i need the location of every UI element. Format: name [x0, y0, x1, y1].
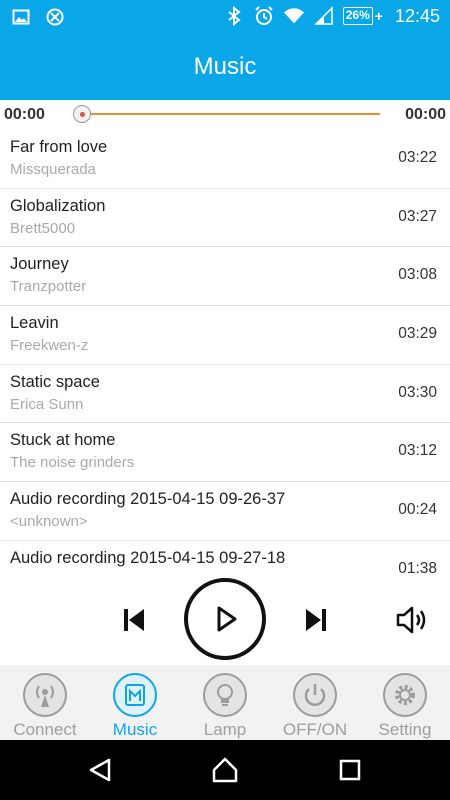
- back-icon: [89, 758, 111, 782]
- back-button[interactable]: [82, 752, 118, 788]
- next-button[interactable]: [294, 600, 338, 640]
- track-duration: 01:38: [398, 559, 437, 575]
- tab-label: Connect: [13, 720, 77, 739]
- play-button[interactable]: [184, 578, 266, 660]
- track-artist: <unknown>: [10, 513, 88, 531]
- track-title: Journey: [10, 255, 69, 274]
- bluetooth-icon: [223, 5, 245, 27]
- volume-button[interactable]: [390, 600, 434, 640]
- tab-lamp[interactable]: Lamp: [180, 665, 270, 740]
- volume-icon: [396, 606, 426, 634]
- track-duration: 03:22: [398, 149, 437, 166]
- track-row[interactable]: Leavin Freekwen-z 03:29: [0, 306, 450, 365]
- player-controls: [0, 575, 450, 665]
- alarm-icon: [253, 5, 275, 27]
- track-duration: 03:08: [398, 266, 437, 284]
- play-icon: [217, 606, 237, 632]
- track-artist: Erica Sunn: [10, 395, 84, 413]
- track-artist: Tranzpotter: [10, 278, 87, 296]
- power-icon: [293, 673, 337, 717]
- track-artist: Missquerada: [10, 161, 96, 178]
- track-row[interactable]: Audio recording 2015-04-15 09-26-37 <unkn…: [0, 482, 450, 541]
- track-row[interactable]: Journey Tranzpotter 03:08: [0, 247, 450, 307]
- tab-power[interactable]: OFF/ON: [270, 665, 360, 740]
- sync-disabled-icon: [44, 6, 66, 28]
- track-title: Audio recording 2015-04-15 09-26-37: [10, 490, 286, 509]
- battery-level: 26%: [342, 7, 373, 25]
- track-duration: 03:30: [398, 383, 437, 401]
- elapsed-time: 00:00: [4, 106, 45, 123]
- track-title: Static space: [10, 372, 100, 391]
- track-row[interactable]: Stuck at home The noise grinders 03:12: [0, 423, 450, 483]
- track-row[interactable]: Audio recording 2015-04-15 09-27-18 01:38: [0, 541, 450, 575]
- image-notification-icon: [10, 6, 32, 28]
- track-duration: 03:29: [398, 325, 437, 343]
- track-row[interactable]: Far from love Missquerada 03:22: [0, 130, 450, 189]
- tab-connect[interactable]: Connect: [0, 665, 90, 740]
- bulb-icon: [203, 673, 247, 717]
- bottom-tab-bar: Connect Music Lamp OFF/ON Setting: [0, 665, 450, 740]
- tab-label: OFF/ON: [282, 720, 348, 739]
- status-bar: 26% + 12:45: [0, 0, 450, 34]
- seek-bar[interactable]: [82, 113, 380, 115]
- system-nav-bar: [0, 740, 450, 800]
- track-artist: Freekwen-z: [10, 337, 89, 355]
- track-list: Far from love Missquerada 03:22 Globalizati…: [0, 130, 450, 575]
- gear-icon: [383, 673, 427, 717]
- app-bar: Music: [0, 34, 450, 100]
- track-title: Globalization: [10, 196, 106, 215]
- signal-icon: [313, 5, 335, 27]
- tab-label: Music: [112, 720, 158, 739]
- page-title: Music: [193, 53, 257, 80]
- total-time: 00:00: [405, 106, 446, 123]
- track-title: Far from love: [10, 138, 108, 156]
- track-title: Stuck at home: [10, 431, 116, 450]
- battery-indicator: 26% +: [342, 7, 383, 25]
- track-title: Audio recording 2015-04-15 09-27-18: [10, 548, 286, 567]
- tab-music[interactable]: Music: [90, 665, 180, 740]
- skip-next-icon: [306, 609, 326, 631]
- track-duration: 03:12: [398, 442, 437, 460]
- tab-label: Lamp: [203, 720, 247, 739]
- status-clock: 12:45: [394, 5, 440, 26]
- music-icon: [113, 673, 157, 717]
- skip-previous-icon: [124, 609, 144, 631]
- previous-button[interactable]: [112, 600, 156, 640]
- recents-icon: [339, 759, 361, 781]
- playback-progress: 00:00 00:00: [0, 100, 450, 130]
- track-row[interactable]: Static space Erica Sunn 03:30: [0, 365, 450, 424]
- seek-handle[interactable]: [73, 105, 91, 123]
- home-button[interactable]: [207, 752, 243, 788]
- track-row[interactable]: Globalization Brett5000 03:27: [0, 189, 450, 248]
- home-icon: [212, 757, 238, 783]
- track-artist: Brett5000: [10, 219, 76, 237]
- track-title: Leavin: [10, 314, 59, 333]
- charging-icon: +: [374, 8, 383, 24]
- antenna-icon: [23, 673, 67, 717]
- recents-button[interactable]: [332, 752, 368, 788]
- tab-setting[interactable]: Setting: [360, 665, 450, 740]
- track-duration: 00:24: [398, 501, 437, 519]
- tab-label: Setting: [378, 720, 432, 739]
- wifi-icon: [283, 5, 305, 27]
- track-artist: The noise grinders: [10, 454, 135, 472]
- track-duration: 03:27: [398, 207, 437, 225]
